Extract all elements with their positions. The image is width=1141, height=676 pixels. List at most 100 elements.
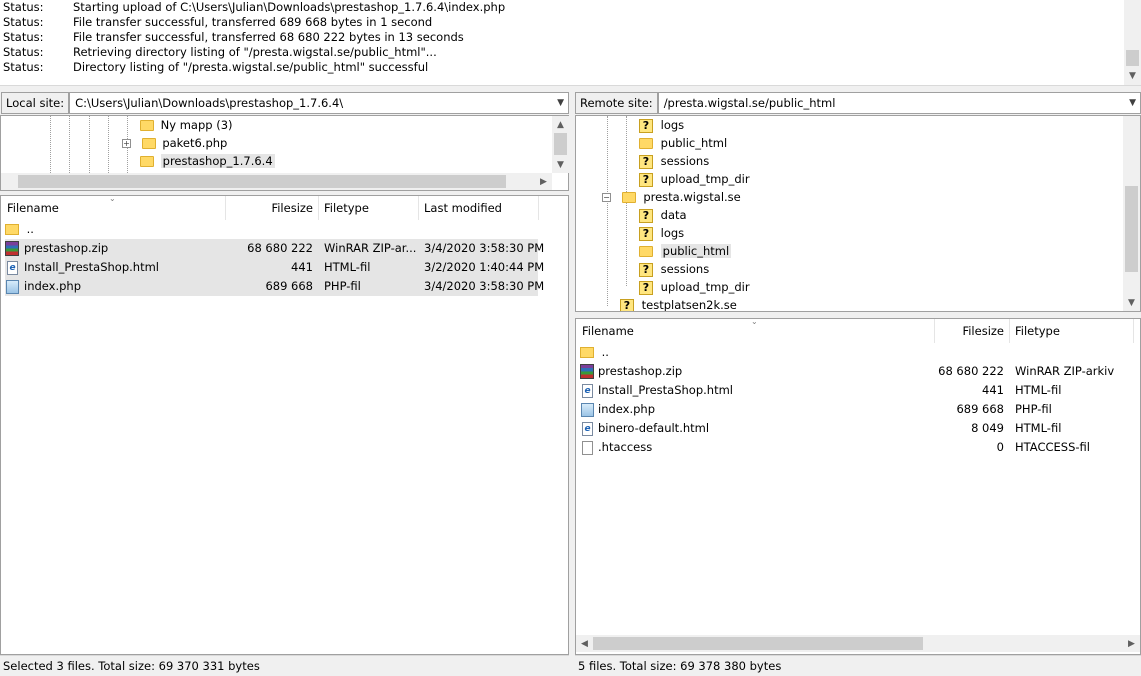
file-row[interactable]: .htaccess 0 HTACCESS-fil xyxy=(580,438,1133,457)
last-modified: 3/4/2020 3:58:30 PM xyxy=(424,241,545,255)
folder-icon xyxy=(140,156,154,167)
scroll-thumb[interactable] xyxy=(18,175,506,188)
zip-icon xyxy=(5,241,19,256)
parent-directory-row[interactable]: .. xyxy=(5,220,538,239)
tree-item-label: upload_tmp_dir xyxy=(660,172,750,186)
remote-tree-vscrollbar[interactable]: ▼ xyxy=(1123,116,1140,311)
folder-icon xyxy=(140,120,154,131)
column-header-filename[interactable]: Filename xyxy=(582,319,634,343)
tree-item-selected[interactable]: prestashop_1.7.6.4 xyxy=(140,152,275,170)
tree-item[interactable]: Ny mapp (3) xyxy=(140,116,233,134)
local-site-path-input[interactable]: C:\Users\Julian\Downloads\prestashop_1.7… xyxy=(69,92,569,114)
file-row[interactable]: e Install_PrestaShop.html 441 HTML-fil xyxy=(580,381,1133,400)
html-icon: e xyxy=(582,383,593,398)
column-separator[interactable] xyxy=(538,196,539,220)
chevron-down-icon[interactable]: ▼ xyxy=(557,93,564,113)
file-row[interactable]: index.php 689 668 PHP-fil 3/4/2020 3:58:… xyxy=(5,277,544,296)
log-message: Starting upload of C:\Users\Julian\Downl… xyxy=(73,0,506,14)
local-directory-tree[interactable]: Ny mapp (3) + paket6.php prestashop_1.7.… xyxy=(0,115,569,191)
tree-item-label: upload_tmp_dir xyxy=(660,280,750,294)
php-icon xyxy=(6,279,19,294)
tree-item-label: public_html xyxy=(660,244,732,258)
filename: index.php xyxy=(24,279,82,293)
column-separator[interactable] xyxy=(418,196,419,220)
tree-item[interactable]: + paket6.php xyxy=(122,134,227,152)
filetype: PHP-fil xyxy=(1015,402,1052,416)
tree-item[interactable]: public_html xyxy=(639,134,727,152)
scroll-right-arrow-icon[interactable]: ▶ xyxy=(535,173,552,190)
tree-item[interactable]: ? logs xyxy=(639,224,684,242)
filename: prestashop.zip xyxy=(24,241,109,255)
tree-item[interactable]: − presta.wigstal.se xyxy=(602,188,741,206)
column-header-filename[interactable]: Filename xyxy=(7,196,59,220)
remote-file-hscrollbar[interactable]: ◀ ▶ xyxy=(576,635,1140,652)
file-row[interactable]: index.php 689 668 PHP-fil xyxy=(580,400,1133,419)
remote-site-path-input[interactable]: /presta.wigstal.se/public_html ▼ xyxy=(657,92,1141,114)
tree-item-label: prestashop_1.7.6.4 xyxy=(160,154,275,168)
unknown-folder-icon: ? xyxy=(639,172,653,187)
scroll-left-arrow-icon[interactable]: ◀ xyxy=(576,635,593,652)
column-separator[interactable] xyxy=(934,319,935,343)
column-separator[interactable] xyxy=(1009,319,1010,343)
column-separator[interactable] xyxy=(318,196,319,220)
scroll-right-arrow-icon[interactable]: ▶ xyxy=(1123,635,1140,652)
tree-item[interactable]: ? upload_tmp_dir xyxy=(639,170,750,188)
filename: .. xyxy=(26,222,34,236)
remote-site-label: Remote site: xyxy=(575,92,658,114)
tree-item[interactable]: ? logs xyxy=(639,116,684,134)
file-row[interactable]: e binero-default.html 8 049 HTML-fil xyxy=(580,419,1133,438)
local-column-headers: Filename ⌄ Filesize Filetype Last modifi… xyxy=(1,194,568,220)
file-row[interactable]: e Install_PrestaShop.html 441 HTML-fil 3… xyxy=(5,258,544,277)
scroll-thumb[interactable] xyxy=(554,133,567,155)
folder-icon xyxy=(621,192,636,203)
column-header-filesize[interactable]: Filesize xyxy=(227,196,313,220)
scroll-down-arrow-icon[interactable]: ▼ xyxy=(552,156,569,173)
tree-item-label: sessions xyxy=(660,262,710,276)
log-label: Status: xyxy=(3,60,44,74)
tree-item[interactable]: ? testplatsen2k.se xyxy=(620,296,737,311)
scroll-thumb[interactable] xyxy=(593,637,923,650)
column-header-filetype[interactable]: Filetype xyxy=(1015,319,1060,343)
tree-item-selected[interactable]: public_html xyxy=(639,242,732,260)
collapse-minus-icon[interactable]: − xyxy=(602,193,611,202)
column-header-filesize[interactable]: Filesize xyxy=(936,319,1004,343)
log-scrollbar[interactable]: ▼ xyxy=(1124,0,1141,85)
tree-item[interactable]: ? upload_tmp_dir xyxy=(639,278,750,296)
file-row[interactable]: prestashop.zip 68 680 222 WinRAR ZIP-ar.… xyxy=(5,239,544,258)
chevron-down-icon[interactable]: ▼ xyxy=(1129,93,1136,113)
filesize: 689 668 xyxy=(956,402,1004,416)
column-header-filetype[interactable]: Filetype xyxy=(324,196,369,220)
local-tree-hscrollbar[interactable]: ▶ xyxy=(1,173,552,190)
tree-item[interactable]: ? data xyxy=(639,206,687,224)
column-separator[interactable] xyxy=(225,196,226,220)
tree-item-label: sessions xyxy=(660,154,710,168)
filename: .. xyxy=(601,345,609,359)
scroll-down-arrow-icon[interactable]: ▼ xyxy=(1123,294,1140,311)
tree-item[interactable]: ? sessions xyxy=(639,152,709,170)
remote-file-list[interactable]: Filename ⌄ Filesize Filetype .. prestash… xyxy=(575,317,1141,655)
log-scroll-thumb[interactable] xyxy=(1126,50,1139,66)
tree-item[interactable]: ? sessions xyxy=(639,260,709,278)
local-tree-vscrollbar[interactable]: ▲ ▼ xyxy=(552,116,569,173)
column-header-last-modified[interactable]: Last modified xyxy=(424,196,502,220)
unknown-folder-icon: ? xyxy=(639,226,653,241)
remote-directory-tree[interactable]: ? logs public_html ? sessions ? upload_t… xyxy=(575,115,1141,312)
filesize: 68 680 222 xyxy=(247,241,313,255)
log-label: Status: xyxy=(3,0,44,14)
sort-chevron-icon: ⌄ xyxy=(751,317,758,326)
folder-icon xyxy=(580,347,594,358)
column-separator[interactable] xyxy=(1133,319,1134,343)
local-status-text: Selected 3 files. Total size: 69 370 331… xyxy=(3,659,260,673)
scroll-thumb[interactable] xyxy=(1125,186,1138,272)
unknown-folder-icon: ? xyxy=(639,118,653,133)
folder-icon xyxy=(639,246,653,257)
filename: binero-default.html xyxy=(598,421,710,435)
local-file-list[interactable]: Filename ⌄ Filesize Filetype Last modifi… xyxy=(0,194,569,655)
expand-plus-icon[interactable]: + xyxy=(122,139,131,148)
scroll-up-arrow-icon[interactable]: ▲ xyxy=(552,116,569,133)
local-path-text: C:\Users\Julian\Downloads\prestashop_1.7… xyxy=(75,96,344,110)
zip-icon xyxy=(580,364,594,379)
file-row[interactable]: prestashop.zip 68 680 222 WinRAR ZIP-ark… xyxy=(580,362,1133,381)
scroll-down-arrow-icon[interactable]: ▼ xyxy=(1124,67,1141,84)
parent-directory-row[interactable]: .. xyxy=(580,343,1133,362)
